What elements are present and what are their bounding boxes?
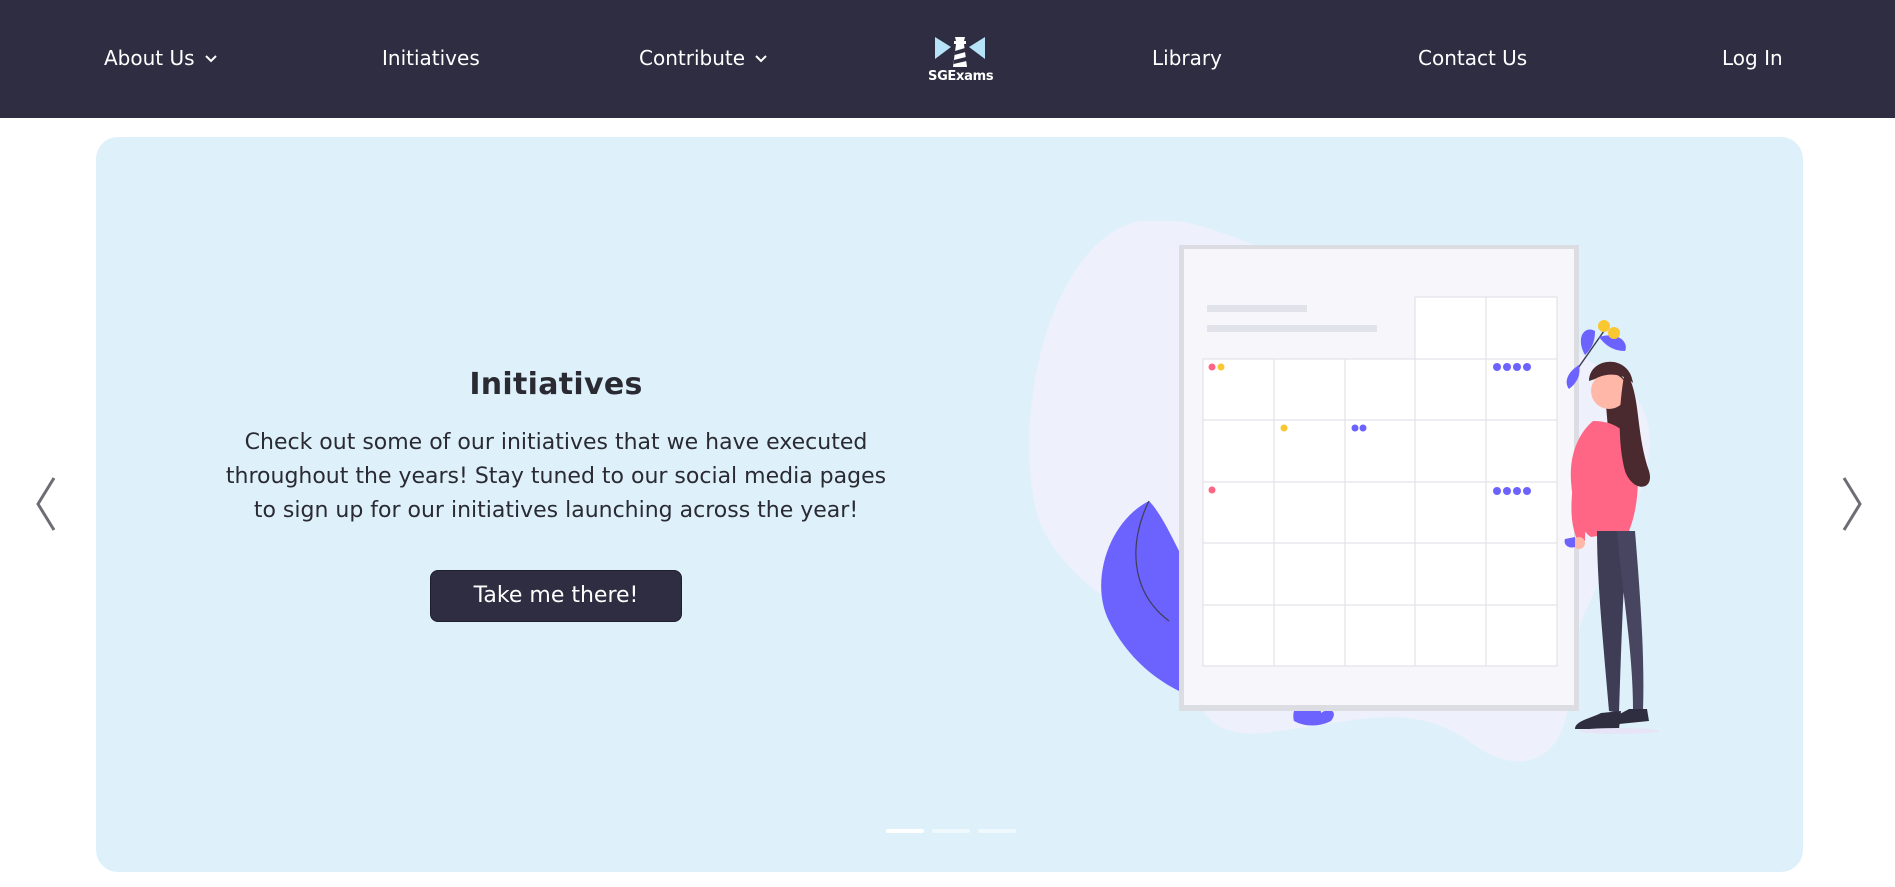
nav-contribute-dropdown[interactable]: Contribute: [639, 44, 769, 72]
calendar-woman-illustration: [1029, 221, 1659, 762]
logo-text: SGExams: [928, 69, 994, 84]
nav-initiatives-link[interactable]: Initiatives: [382, 44, 480, 72]
slide-description: Check out some of our initiatives that w…: [225, 430, 887, 523]
carousel-indicators: [886, 829, 1016, 833]
slide-content: Initiatives Check out some of our initia…: [156, 367, 956, 622]
nav-initiatives-label: Initiatives: [382, 46, 480, 70]
nav-about-us-label: About Us: [104, 46, 195, 70]
nav-library-link[interactable]: Library: [1152, 44, 1222, 72]
nav-login-link[interactable]: Log In: [1722, 44, 1783, 72]
chevron-down-icon: [204, 55, 217, 63]
carousel-indicator-2[interactable]: [932, 829, 970, 833]
carousel-indicator-1[interactable]: [886, 829, 924, 833]
sgexams-logo[interactable]: SGExams: [928, 33, 994, 99]
carousel-indicator-3[interactable]: [978, 829, 1016, 833]
chevron-right-icon[interactable]: [1838, 474, 1866, 534]
chevron-left-icon[interactable]: [32, 474, 60, 534]
nav-contact-us-label: Contact Us: [1418, 46, 1528, 70]
nav-about-us-dropdown[interactable]: About Us: [104, 44, 219, 72]
lighthouse-icon: [935, 37, 985, 67]
nav-library-label: Library: [1152, 46, 1222, 70]
chevron-down-icon: [755, 55, 767, 63]
top-navbar: About Us Initiatives Contribute SGExams …: [0, 0, 1895, 118]
nav-contribute-label: Contribute: [639, 46, 746, 70]
hero-carousel: Initiatives Check out some of our initia…: [96, 137, 1803, 872]
nav-login-label: Log In: [1722, 46, 1783, 70]
nav-contact-us-link[interactable]: Contact Us: [1418, 44, 1527, 72]
slide-title: Initiatives: [469, 367, 643, 402]
take-me-there-button[interactable]: Take me there!: [430, 570, 682, 622]
